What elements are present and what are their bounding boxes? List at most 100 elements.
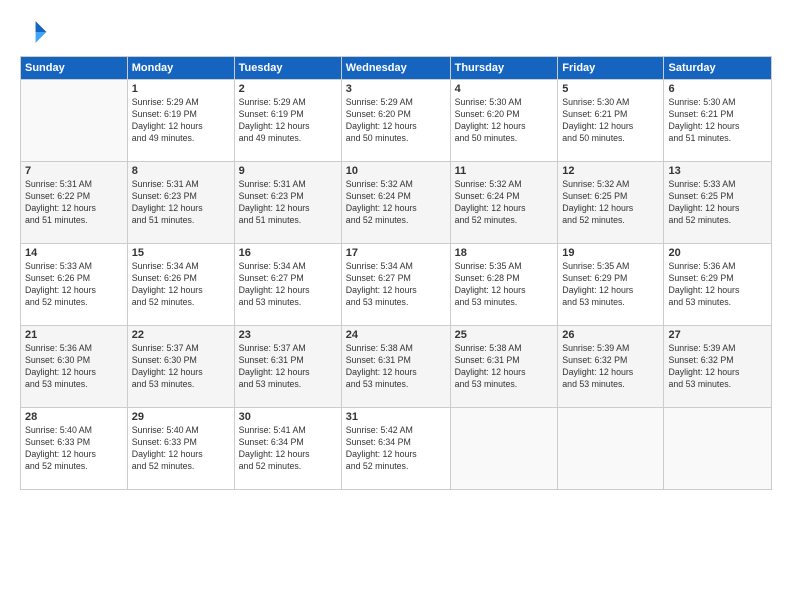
day-number: 17	[346, 247, 446, 259]
day-number: 19	[562, 247, 659, 259]
day-info: Sunrise: 5:35 AM Sunset: 6:28 PM Dayligh…	[455, 261, 554, 309]
day-info: Sunrise: 5:40 AM Sunset: 6:33 PM Dayligh…	[25, 425, 123, 473]
calendar-day-cell: 8 Sunrise: 5:31 AM Sunset: 6:23 PM Daylig…	[127, 162, 234, 244]
calendar-day-cell: 24Sunrise: 5:38 AM Sunset: 6:31 PM Dayli…	[341, 326, 450, 408]
calendar-day-cell: 30 Sunrise: 5:41 AM Sunset: 6:34 PM Dayli…	[234, 408, 341, 490]
day-number: 21	[25, 329, 123, 341]
calendar-day-cell: 29 Sunrise: 5:40 AM Sunset: 6:33 PM Dayli…	[127, 408, 234, 490]
day-number: 23	[239, 329, 337, 341]
day-number: 10	[346, 165, 446, 177]
day-number: 11	[455, 165, 554, 177]
calendar-week-row: 14 Sunrise: 5:33 AM Sunset: 6:26 PM Dayli…	[21, 244, 772, 326]
calendar-day-cell: 6Sunrise: 5:30 AM Sunset: 6:21 PM Daylig…	[664, 80, 772, 162]
calendar-day-cell: 9 Sunrise: 5:31 AM Sunset: 6:23 PM Daylig…	[234, 162, 341, 244]
day-info: Sunrise: 5:38 AM Sunset: 6:31 PM Dayligh…	[455, 343, 554, 391]
calendar-day-cell: 13Sunrise: 5:33 AM Sunset: 6:25 PM Dayli…	[664, 162, 772, 244]
day-number: 28	[25, 411, 123, 423]
day-info: Sunrise: 5:33 AM Sunset: 6:26 PM Dayligh…	[25, 261, 123, 309]
calendar-week-row: 21 Sunrise: 5:36 AM Sunset: 6:30 PM Dayli…	[21, 326, 772, 408]
day-number: 29	[132, 411, 230, 423]
calendar-day-cell: 23 Sunrise: 5:37 AM Sunset: 6:31 PM Dayli…	[234, 326, 341, 408]
calendar-day-cell	[450, 408, 558, 490]
day-info: Sunrise: 5:37 AM Sunset: 6:30 PM Dayligh…	[132, 343, 230, 391]
day-info: Sunrise: 5:31 AM Sunset: 6:23 PM Dayligh…	[132, 179, 230, 227]
calendar-day-cell	[21, 80, 128, 162]
day-number: 5	[562, 83, 659, 95]
calendar-day-cell: 21 Sunrise: 5:36 AM Sunset: 6:30 PM Dayli…	[21, 326, 128, 408]
day-info: Sunrise: 5:36 AM Sunset: 6:29 PM Dayligh…	[668, 261, 767, 309]
header	[20, 18, 772, 46]
weekday-header: Friday	[558, 57, 664, 80]
logo-icon	[20, 18, 48, 46]
day-number: 8	[132, 165, 230, 177]
calendar-day-cell: 15 Sunrise: 5:34 AM Sunset: 6:26 PM Dayli…	[127, 244, 234, 326]
day-info: Sunrise: 5:31 AM Sunset: 6:23 PM Dayligh…	[239, 179, 337, 227]
calendar-day-cell: 17Sunrise: 5:34 AM Sunset: 6:27 PM Dayli…	[341, 244, 450, 326]
day-info: Sunrise: 5:32 AM Sunset: 6:24 PM Dayligh…	[346, 179, 446, 227]
day-info: Sunrise: 5:32 AM Sunset: 6:25 PM Dayligh…	[562, 179, 659, 227]
calendar-day-cell: 1 Sunrise: 5:29 AM Sunset: 6:19 PM Daylig…	[127, 80, 234, 162]
calendar-day-cell: 20 Sunrise: 5:36 AM Sunset: 6:29 PM Dayli…	[664, 244, 772, 326]
logo	[20, 18, 50, 46]
weekday-header: Wednesday	[341, 57, 450, 80]
calendar-day-cell	[558, 408, 664, 490]
day-info: Sunrise: 5:30 AM Sunset: 6:21 PM Dayligh…	[562, 97, 659, 145]
day-info: Sunrise: 5:29 AM Sunset: 6:19 PM Dayligh…	[239, 97, 337, 145]
day-info: Sunrise: 5:37 AM Sunset: 6:31 PM Dayligh…	[239, 343, 337, 391]
day-info: Sunrise: 5:30 AM Sunset: 6:20 PM Dayligh…	[455, 97, 554, 145]
weekday-header: Saturday	[664, 57, 772, 80]
calendar-day-cell: 26 Sunrise: 5:39 AM Sunset: 6:32 PM Dayli…	[558, 326, 664, 408]
calendar-day-cell	[664, 408, 772, 490]
day-number: 16	[239, 247, 337, 259]
weekday-header: Sunday	[21, 57, 128, 80]
day-info: Sunrise: 5:41 AM Sunset: 6:34 PM Dayligh…	[239, 425, 337, 473]
calendar-day-cell: 10 Sunrise: 5:32 AM Sunset: 6:24 PM Dayli…	[341, 162, 450, 244]
day-info: Sunrise: 5:35 AM Sunset: 6:29 PM Dayligh…	[562, 261, 659, 309]
weekday-header: Thursday	[450, 57, 558, 80]
day-info: Sunrise: 5:32 AM Sunset: 6:24 PM Dayligh…	[455, 179, 554, 227]
day-info: Sunrise: 5:31 AM Sunset: 6:22 PM Dayligh…	[25, 179, 123, 227]
day-info: Sunrise: 5:36 AM Sunset: 6:30 PM Dayligh…	[25, 343, 123, 391]
day-number: 18	[455, 247, 554, 259]
calendar-week-row: 7 Sunrise: 5:31 AM Sunset: 6:22 PM Daylig…	[21, 162, 772, 244]
day-number: 7	[25, 165, 123, 177]
day-info: Sunrise: 5:34 AM Sunset: 6:26 PM Dayligh…	[132, 261, 230, 309]
day-info: Sunrise: 5:29 AM Sunset: 6:19 PM Dayligh…	[132, 97, 230, 145]
day-number: 3	[346, 83, 446, 95]
calendar-week-row: 1 Sunrise: 5:29 AM Sunset: 6:19 PM Daylig…	[21, 80, 772, 162]
day-number: 31	[346, 411, 446, 423]
calendar-day-cell: 31 Sunrise: 5:42 AM Sunset: 6:34 PM Dayli…	[341, 408, 450, 490]
day-info: Sunrise: 5:40 AM Sunset: 6:33 PM Dayligh…	[132, 425, 230, 473]
calendar-day-cell: 28 Sunrise: 5:40 AM Sunset: 6:33 PM Dayli…	[21, 408, 128, 490]
day-info: Sunrise: 5:39 AM Sunset: 6:32 PM Dayligh…	[562, 343, 659, 391]
calendar-day-cell: 12Sunrise: 5:32 AM Sunset: 6:25 PM Dayli…	[558, 162, 664, 244]
calendar-table: SundayMondayTuesdayWednesdayThursdayFrid…	[20, 56, 772, 490]
day-number: 2	[239, 83, 337, 95]
calendar-header-row: SundayMondayTuesdayWednesdayThursdayFrid…	[21, 57, 772, 80]
day-number: 15	[132, 247, 230, 259]
day-info: Sunrise: 5:39 AM Sunset: 6:32 PM Dayligh…	[668, 343, 767, 391]
calendar-day-cell: 4 Sunrise: 5:30 AM Sunset: 6:20 PM Daylig…	[450, 80, 558, 162]
calendar-day-cell: 14 Sunrise: 5:33 AM Sunset: 6:26 PM Dayli…	[21, 244, 128, 326]
day-info: Sunrise: 5:42 AM Sunset: 6:34 PM Dayligh…	[346, 425, 446, 473]
calendar-day-cell: 5 Sunrise: 5:30 AM Sunset: 6:21 PM Daylig…	[558, 80, 664, 162]
day-number: 1	[132, 83, 230, 95]
day-info: Sunrise: 5:38 AM Sunset: 6:31 PM Dayligh…	[346, 343, 446, 391]
day-number: 14	[25, 247, 123, 259]
day-number: 25	[455, 329, 554, 341]
calendar-day-cell: 22Sunrise: 5:37 AM Sunset: 6:30 PM Dayli…	[127, 326, 234, 408]
day-number: 26	[562, 329, 659, 341]
calendar-day-cell: 25 Sunrise: 5:38 AM Sunset: 6:31 PM Dayli…	[450, 326, 558, 408]
calendar-day-cell: 16Sunrise: 5:34 AM Sunset: 6:27 PM Dayli…	[234, 244, 341, 326]
calendar-day-cell: 2 Sunrise: 5:29 AM Sunset: 6:19 PM Daylig…	[234, 80, 341, 162]
calendar-week-row: 28 Sunrise: 5:40 AM Sunset: 6:33 PM Dayli…	[21, 408, 772, 490]
day-number: 6	[668, 83, 767, 95]
day-number: 20	[668, 247, 767, 259]
day-number: 9	[239, 165, 337, 177]
day-number: 30	[239, 411, 337, 423]
calendar-day-cell: 7 Sunrise: 5:31 AM Sunset: 6:22 PM Daylig…	[21, 162, 128, 244]
calendar-day-cell: 11 Sunrise: 5:32 AM Sunset: 6:24 PM Dayli…	[450, 162, 558, 244]
calendar-day-cell: 27Sunrise: 5:39 AM Sunset: 6:32 PM Dayli…	[664, 326, 772, 408]
day-number: 4	[455, 83, 554, 95]
weekday-header: Monday	[127, 57, 234, 80]
